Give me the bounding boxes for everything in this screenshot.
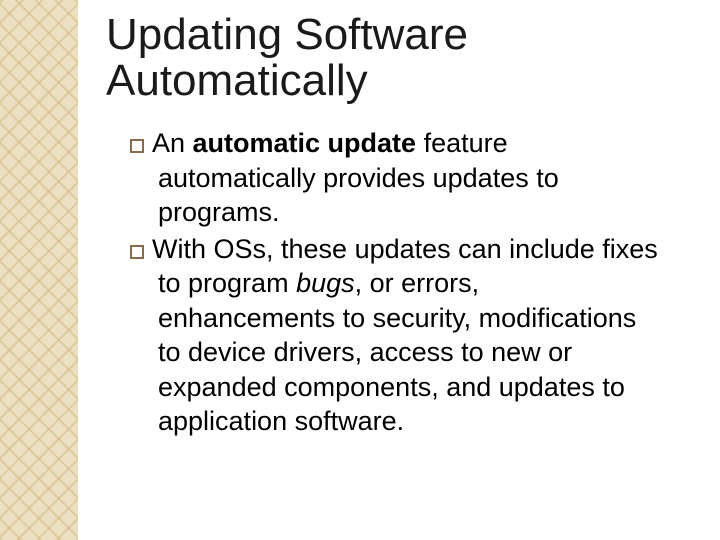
slide-body: An automatic update feature automaticall… — [130, 126, 660, 441]
square-bullet-icon — [130, 245, 144, 259]
bullet-text-italic: bugs — [296, 268, 355, 298]
decorative-left-band — [0, 0, 78, 540]
bullet-text-bold: automatic update — [193, 128, 417, 158]
slide-title: Updating Software Automatically — [106, 12, 690, 104]
bullet-item: An automatic update feature automaticall… — [130, 126, 660, 230]
square-bullet-icon — [130, 139, 144, 153]
bullet-item: With OSs, these updates can include fixe… — [130, 232, 660, 439]
slide: Updating Software Automatically An autom… — [0, 0, 720, 540]
bullet-text-pre: An — [152, 128, 193, 158]
